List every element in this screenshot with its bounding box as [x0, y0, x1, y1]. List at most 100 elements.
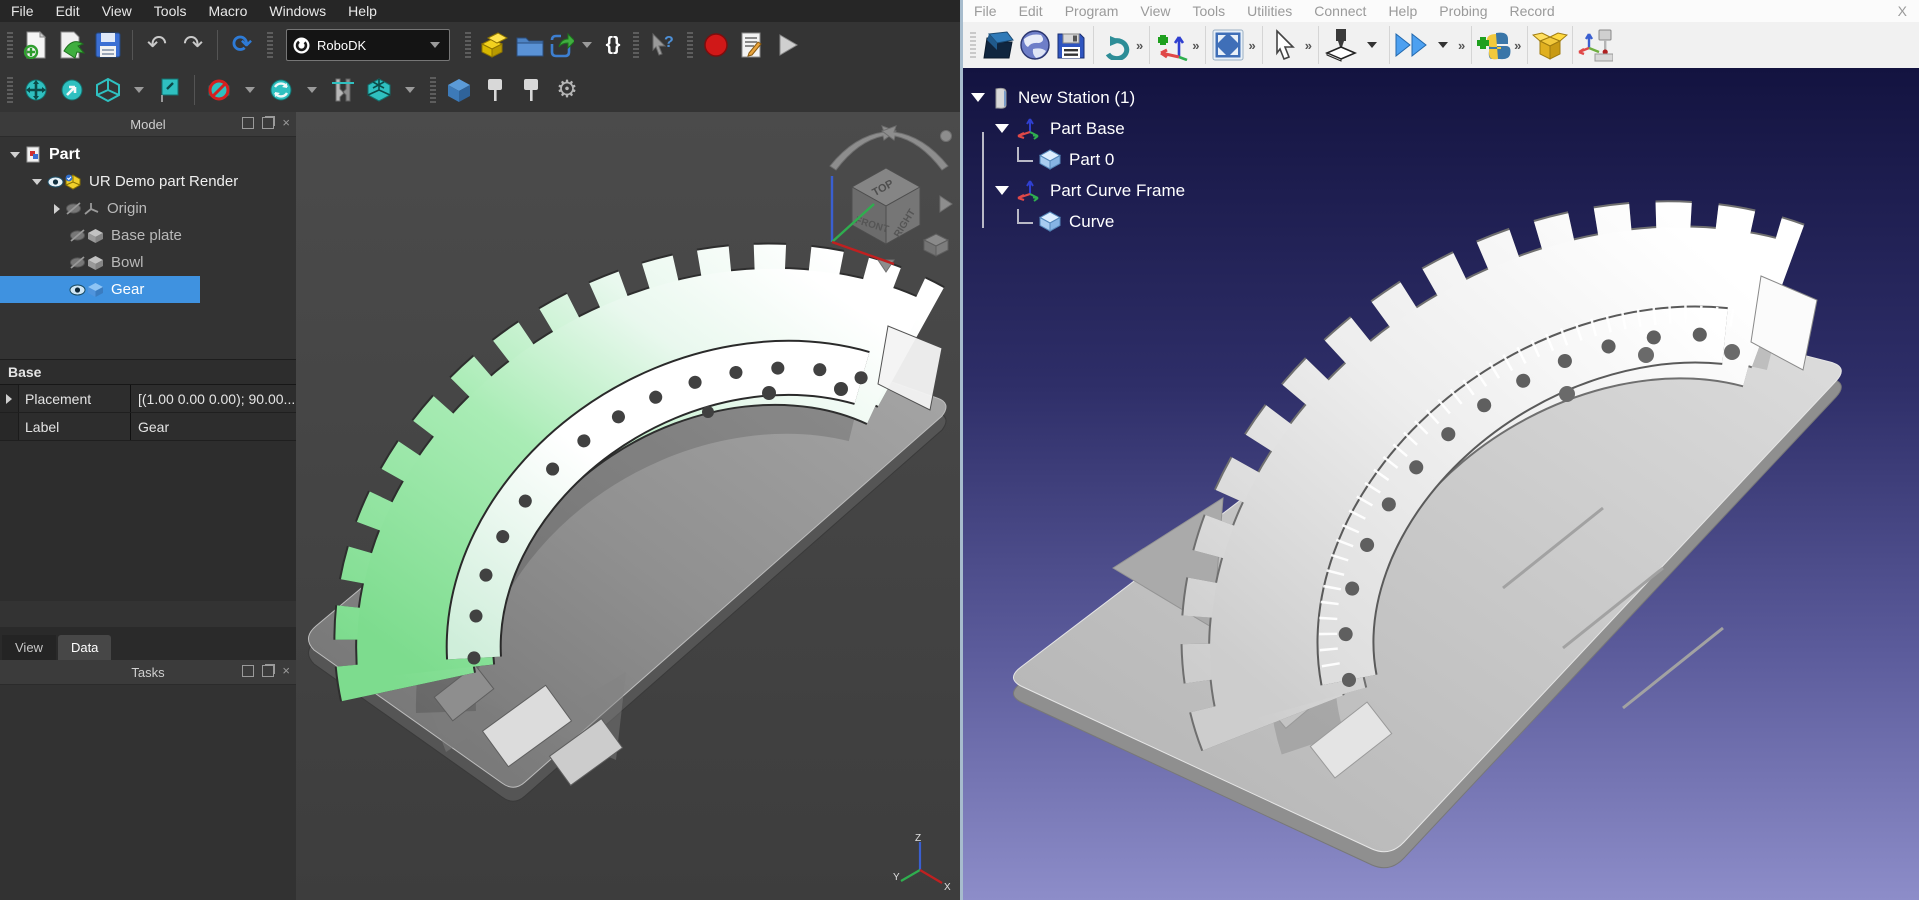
menu-macro[interactable]: Macro: [197, 3, 258, 19]
panel-close-icon[interactable]: ×: [282, 118, 290, 128]
overflow-chevron-icon[interactable]: »: [1458, 38, 1465, 53]
share-export-button[interactable]: [548, 27, 574, 63]
hidden-eye-icon[interactable]: [68, 228, 86, 244]
select-cursor-button[interactable]: [1267, 27, 1303, 63]
clipping-button[interactable]: [201, 72, 237, 108]
menu-edit[interactable]: Edit: [45, 3, 91, 19]
draw-style-dropdown[interactable]: [126, 72, 152, 108]
workbench-selector[interactable]: RoboDK: [286, 29, 450, 61]
save-station-button[interactable]: [1053, 27, 1089, 63]
draw-style-button[interactable]: [90, 72, 126, 108]
machining-tool-button[interactable]: [1323, 27, 1359, 63]
folder-button[interactable]: [512, 27, 548, 63]
macro-braces-button[interactable]: {}: [600, 27, 626, 63]
toolbar-grip[interactable]: [430, 77, 436, 103]
redo-button[interactable]: ↷: [175, 27, 211, 63]
menu-view[interactable]: View: [1129, 3, 1181, 19]
tree-item-base-plate[interactable]: Base plate: [0, 222, 296, 249]
property-value[interactable]: [(1.00 0.00 0.00); 90.00...: [131, 385, 296, 412]
close-window-button[interactable]: X: [1898, 3, 1907, 19]
undo-button[interactable]: ↶: [139, 27, 175, 63]
tree-item-origin[interactable]: Origin: [0, 195, 296, 222]
menu-help[interactable]: Help: [337, 3, 388, 19]
menu-utilities[interactable]: Utilities: [1236, 3, 1303, 19]
menu-program[interactable]: Program: [1054, 3, 1130, 19]
run-dropdown[interactable]: [1430, 27, 1456, 63]
menu-help[interactable]: Help: [1377, 3, 1428, 19]
overflow-chevron-icon[interactable]: »: [1248, 38, 1255, 53]
menu-tools[interactable]: Tools: [1181, 3, 1236, 19]
export-box-button[interactable]: [1532, 27, 1568, 63]
export-dropdown-button[interactable]: [574, 27, 600, 63]
expander-open-icon[interactable]: [995, 186, 1009, 195]
panel-close-icon[interactable]: ×: [282, 666, 290, 676]
machining-dropdown[interactable]: [1359, 27, 1385, 63]
hidden-eye-icon[interactable]: [68, 255, 86, 271]
toolbar-grip[interactable]: [7, 77, 13, 103]
tree-item-part-base[interactable]: Part Base: [995, 113, 1185, 144]
tree-item-curve[interactable]: Curve: [1017, 206, 1185, 237]
record-macro-button[interactable]: [698, 27, 734, 63]
tree-item-gear-selected[interactable]: Gear: [0, 276, 200, 303]
toolbar-grip[interactable]: [267, 32, 273, 58]
open-file-button[interactable]: [54, 27, 90, 63]
toolbar-grip[interactable]: [7, 32, 13, 58]
menu-tools[interactable]: Tools: [143, 3, 198, 19]
tree-item-new-station[interactable]: New Station (1): [971, 82, 1185, 113]
tree-item-ur-demo[interactable]: UR Demo part Render: [0, 168, 296, 195]
save-button[interactable]: [90, 27, 126, 63]
tree-item-bowl[interactable]: Bowl: [0, 249, 296, 276]
toolbar-grip[interactable]: [465, 32, 471, 58]
refresh-button[interactable]: ⟳: [224, 27, 260, 63]
menu-probing[interactable]: Probing: [1428, 3, 1498, 19]
fit-all-button[interactable]: [18, 72, 54, 108]
tab-data[interactable]: Data: [58, 635, 111, 660]
panel-float-icon[interactable]: [262, 665, 274, 677]
tree-item-part-curve-frame[interactable]: Part Curve Frame: [995, 175, 1185, 206]
overflow-chevron-icon[interactable]: »: [1136, 38, 1143, 53]
panel-restore-icon[interactable]: [242, 665, 254, 677]
clipping-dropdown[interactable]: [237, 72, 263, 108]
add-reference-frame-button[interactable]: [1154, 27, 1190, 63]
menu-edit[interactable]: Edit: [1008, 3, 1054, 19]
execute-macro-button[interactable]: [770, 27, 806, 63]
panel-float-icon[interactable]: [262, 117, 274, 129]
isometric-view-button[interactable]: [441, 72, 477, 108]
tcp-pin2-button[interactable]: [513, 72, 549, 108]
expander-open-icon[interactable]: [971, 93, 985, 102]
navigation-cube[interactable]: TOP FRONT RIGHT: [822, 124, 956, 276]
overflow-chevron-icon[interactable]: »: [1514, 38, 1521, 53]
menu-record[interactable]: Record: [1499, 3, 1566, 19]
expander-closed-icon[interactable]: [54, 204, 60, 214]
visible-eye-icon[interactable]: [46, 174, 64, 190]
open-station-button[interactable]: [981, 27, 1017, 63]
property-group-base[interactable]: Base: [0, 360, 296, 385]
texture-dropdown[interactable]: [397, 72, 423, 108]
toolbar-grip[interactable]: [687, 32, 693, 58]
tcp-pin-button[interactable]: [477, 72, 513, 108]
select-style-button[interactable]: [152, 72, 188, 108]
menu-file[interactable]: File: [0, 3, 45, 19]
run-fast-button[interactable]: [1394, 27, 1430, 63]
overflow-chevron-icon[interactable]: »: [1192, 38, 1199, 53]
expander-open-icon[interactable]: [995, 124, 1009, 133]
library-globe-button[interactable]: [1017, 27, 1053, 63]
property-value[interactable]: Gear: [131, 413, 296, 440]
property-row-placement[interactable]: Placement [(1.00 0.00 0.00); 90.00...: [0, 385, 296, 413]
new-file-button[interactable]: [18, 27, 54, 63]
tree-item-part-0[interactable]: Part 0: [1017, 144, 1185, 175]
property-row-label[interactable]: Label Gear: [0, 413, 296, 441]
probe-frame-button[interactable]: [1577, 27, 1613, 63]
settings-button[interactable]: ⚙: [549, 72, 585, 108]
menu-view[interactable]: View: [91, 3, 143, 19]
toolbar-grip[interactable]: [633, 32, 639, 58]
expander-open-icon[interactable]: [10, 152, 20, 158]
robodk-boxes-button[interactable]: [476, 27, 512, 63]
rotation-button[interactable]: [263, 72, 299, 108]
panel-restore-icon[interactable]: [242, 117, 254, 129]
add-python-button[interactable]: [1476, 27, 1512, 63]
overflow-chevron-icon[interactable]: »: [1305, 38, 1312, 53]
expander-closed-icon[interactable]: [6, 394, 12, 404]
freecad-3d-viewport[interactable]: TOP FRONT RIGHT Z Y X: [296, 112, 960, 900]
menu-windows[interactable]: Windows: [258, 3, 337, 19]
